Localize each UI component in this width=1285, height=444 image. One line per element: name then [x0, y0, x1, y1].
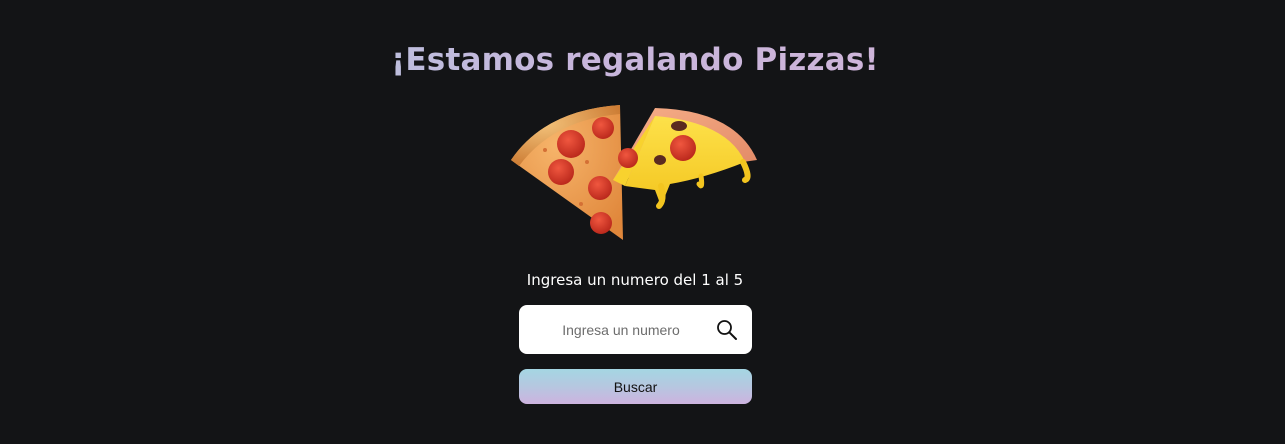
number-input[interactable] [531, 305, 711, 354]
pepperoni-slice [511, 105, 623, 240]
magnifier-icon[interactable] [715, 318, 739, 342]
page-title: ¡Estamos regalando Pizzas! [0, 38, 1270, 82]
search-button[interactable]: Buscar [519, 369, 752, 404]
pizza-slices-illustration [511, 105, 757, 240]
instruction-text: Ingresa un numero del 1 al 5 [526, 271, 744, 289]
page: ¡Estamos regalando Pizzas! Ingresa un nu… [0, 0, 1285, 444]
cheese-slice [613, 108, 757, 209]
